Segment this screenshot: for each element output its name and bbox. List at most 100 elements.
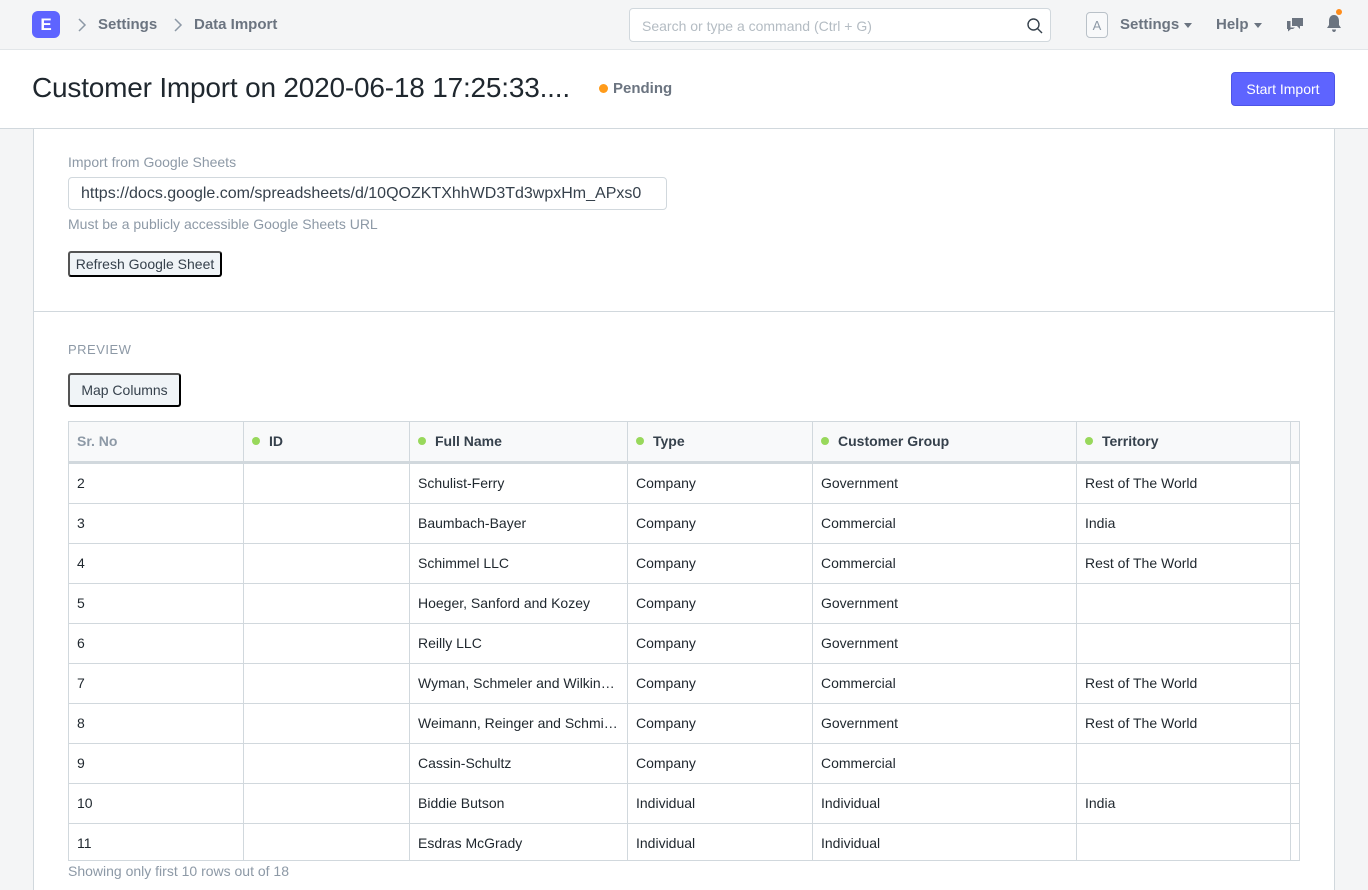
table-cell-full-name: Esdras McGrady (410, 824, 628, 860)
page-title: Customer Import on 2020-06-18 17:25:33..… (32, 72, 570, 103)
table-cell-full-name: Baumbach-Bayer (410, 504, 628, 543)
app-logo[interactable]: E (32, 11, 60, 38)
table-header: Sr. No ID Full Name Type Customer Group … (69, 422, 1299, 464)
notification-badge (1336, 9, 1342, 15)
table-cell-customer-group: Government (813, 584, 1077, 623)
mapped-indicator-dot (1085, 437, 1093, 446)
table-row[interactable]: 7 Wyman, Schmeler and Wilkin… Company Comme… (69, 664, 1299, 704)
table-cell-type: Company (628, 744, 813, 783)
table-cell-type: Company (628, 584, 813, 623)
table-footer-note: Showing only first 10 rows out of 18 (68, 863, 290, 879)
table-cell-sr-no: 11 (69, 824, 244, 860)
table-cell-customer-group: Government (813, 704, 1077, 743)
table-cell-customer-group: Government (813, 464, 1077, 503)
search-placeholder: Search or type a command (Ctrl + G) (642, 18, 872, 34)
column-header-full-name[interactable]: Full Name (410, 422, 628, 461)
table-cell-sr-no: 10 (69, 784, 244, 823)
breadcrumb-data-import[interactable]: Data Import (194, 16, 277, 33)
table-cell-type: Individual (628, 824, 813, 860)
table-cell-full-name: Schimmel LLC (410, 544, 628, 583)
table-cell-id (244, 584, 410, 623)
table-cell-territory (1077, 824, 1291, 860)
column-header-territory[interactable]: Territory (1077, 422, 1291, 461)
table-cell-id (244, 544, 410, 583)
help-dropdown-label: Help (1216, 16, 1249, 33)
table-cell-sr-no: 9 (69, 744, 244, 783)
help-dropdown[interactable]: Help (1216, 16, 1262, 33)
status-badge: Pending (613, 80, 673, 97)
table-cell-full-name: Hoeger, Sanford and Kozey (410, 584, 628, 623)
bell-icon[interactable] (1325, 13, 1343, 33)
google-sheets-url-input[interactable]: https://docs.google.com/spreadsheets/d/1… (68, 177, 667, 210)
table-cell-customer-group: Commercial (813, 544, 1077, 583)
table-row[interactable]: 2 Schulist-Ferry Company Government Rest of … (69, 464, 1299, 504)
table-cell-sr-no: 8 (69, 704, 244, 743)
table-cell-customer-group: Individual (813, 784, 1077, 823)
table-cell-customer-group: Individual (813, 824, 1077, 860)
refresh-google-sheet-button[interactable]: Refresh Google Sheet (68, 251, 222, 277)
column-header-customer-group[interactable]: Customer Group (813, 422, 1077, 461)
breadcrumb-settings[interactable]: Settings (98, 16, 157, 33)
search-icon[interactable] (1026, 17, 1044, 35)
table-cell-full-name: Schulist-Ferry (410, 464, 628, 503)
avatar[interactable]: A (1086, 12, 1108, 38)
table-cell-sr-no: 5 (69, 584, 244, 623)
table-cell-sr-no: 7 (69, 664, 244, 703)
search-input[interactable]: Search or type a command (Ctrl + G) (629, 8, 1051, 42)
chevron-right-icon (75, 14, 89, 36)
settings-dropdown-label: Settings (1120, 16, 1180, 33)
caret-down-icon (1184, 22, 1193, 28)
mapped-indicator-dot (252, 437, 260, 446)
table-row[interactable]: 6 Reilly LLC Company Government (69, 624, 1299, 664)
table-cell-type: Company (628, 544, 813, 583)
table-cell-sr-no: 6 (69, 624, 244, 663)
table-cell-territory (1077, 744, 1291, 783)
column-header-type[interactable]: Type (628, 422, 813, 461)
table-cell-type: Company (628, 504, 813, 543)
table-cell-territory: Rest of The World (1077, 704, 1291, 743)
table-row[interactable]: 8 Weimann, Reinger and Schmi… Company Gover… (69, 704, 1299, 744)
table-cell-territory: Rest of The World (1077, 664, 1291, 703)
table-cell-territory (1077, 584, 1291, 623)
table-row[interactable]: 3 Baumbach-Bayer Company Commercial India (69, 504, 1299, 544)
section-divider (34, 311, 1334, 312)
table-cell-id (244, 784, 410, 823)
table-cell-type: Company (628, 704, 813, 743)
start-import-button[interactable]: Start Import (1231, 72, 1335, 106)
table-cell-territory: India (1077, 784, 1291, 823)
table-cell-sr-no: 2 (69, 464, 244, 503)
column-header-id[interactable]: ID (244, 422, 410, 461)
column-header-sr-no[interactable]: Sr. No (69, 422, 244, 461)
table-row[interactable]: 10 Biddie Butson Individual Individual India (69, 784, 1299, 824)
preview-section-label: PREVIEW (68, 342, 132, 357)
table-cell-full-name: Cassin-Schultz (410, 744, 628, 783)
table-cell-territory (1077, 624, 1291, 663)
table-cell-type: Company (628, 664, 813, 703)
navbar: E Settings Data Import Search or type a … (0, 0, 1368, 50)
table-cell-sr-no: 4 (69, 544, 244, 583)
mapped-indicator-dot (418, 437, 426, 446)
settings-dropdown[interactable]: Settings (1120, 16, 1193, 33)
table-cell-customer-group: Commercial (813, 664, 1077, 703)
map-columns-button[interactable]: Map Columns (68, 373, 181, 407)
chat-icon[interactable] (1285, 15, 1305, 33)
table-row[interactable]: 9 Cassin-Schultz Company Commercial (69, 744, 1299, 784)
table-row[interactable]: 5 Hoeger, Sanford and Kozey Company Governm… (69, 584, 1299, 624)
table-cell-sr-no: 3 (69, 504, 244, 543)
table-cell-territory: Rest of The World (1077, 544, 1291, 583)
table-cell-type: Company (628, 464, 813, 503)
table-cell-id (244, 744, 410, 783)
form-body: Import from Google Sheets https://docs.g… (33, 129, 1335, 890)
table-cell-territory: India (1077, 504, 1291, 543)
table-cell-id (244, 624, 410, 663)
mapped-indicator-dot (821, 437, 829, 446)
table-cell-id (244, 504, 410, 543)
table-cell-type: Company (628, 624, 813, 663)
preview-table: Sr. No ID Full Name Type Customer Group … (68, 421, 1300, 861)
table-row[interactable]: 11 Esdras McGrady Individual Individual (69, 824, 1299, 860)
table-row[interactable]: 4 Schimmel LLC Company Commercial Rest of Th… (69, 544, 1299, 584)
table-cell-type: Individual (628, 784, 813, 823)
table-cell-customer-group: Commercial (813, 744, 1077, 783)
table-cell-full-name: Wyman, Schmeler and Wilkin… (410, 664, 628, 703)
table-cell-territory: Rest of The World (1077, 464, 1291, 503)
